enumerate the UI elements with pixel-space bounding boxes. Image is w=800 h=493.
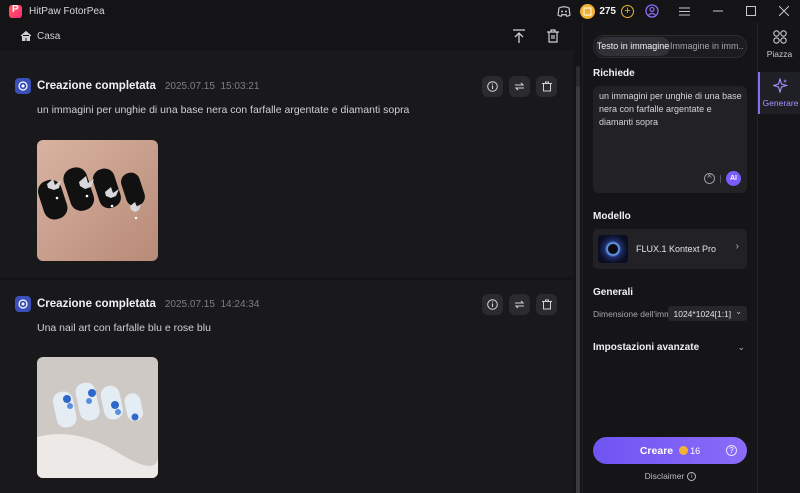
card-prompt: Una nail art con farfalle blu e rose blu <box>37 322 211 334</box>
tab-image-to-image[interactable]: Immagine in imm... <box>670 37 744 56</box>
title-bar-controls: 275 + <box>556 0 800 22</box>
prompt-tools: AI <box>704 171 741 186</box>
trash-icon[interactable] <box>544 27 562 45</box>
home-icon[interactable] <box>20 30 32 42</box>
generated-image[interactable] <box>37 140 158 261</box>
card-header: Creazione completata 2025.07.15 14:24:34 <box>15 296 259 312</box>
card-date: 2025.07.15 14:24:34 <box>164 298 260 310</box>
card-header: Creazione completata 2025.07.15 15:03:21 <box>15 78 259 94</box>
toolbar-actions <box>510 27 562 45</box>
card-date: 2025.07.15 15:03:21 <box>164 80 260 92</box>
title-bar: HitPaw FotorPea 275 + <box>0 0 800 22</box>
rail-label: Generare <box>762 98 799 108</box>
ai-enhance-icon[interactable]: AI <box>726 171 741 186</box>
delete-button[interactable] <box>536 294 557 315</box>
size-label: Dimensione dell'imm... <box>593 308 668 319</box>
status-title: Creazione completata <box>37 80 156 92</box>
regenerate-button[interactable] <box>509 294 530 315</box>
close-button[interactable] <box>767 0 800 22</box>
upload-icon[interactable] <box>510 27 528 45</box>
info-button[interactable] <box>482 76 503 97</box>
history-card: Creazione completata 2025.07.15 15:03:21… <box>0 50 574 277</box>
sparkle-icon <box>771 77 789 94</box>
rail-item-piazza[interactable]: Piazza <box>758 30 800 62</box>
help-icon[interactable]: ? <box>726 445 737 456</box>
rail-label: Piazza <box>766 49 793 59</box>
model-selector[interactable]: FLUX.1 Kontext Pro › <box>593 229 747 269</box>
mode-tabs: Testo in immagine Immagine in imm... <box>593 35 747 58</box>
info-icon: i <box>687 471 697 481</box>
discord-icon[interactable] <box>556 3 572 19</box>
create-cost: 16 <box>690 445 701 456</box>
app-logo <box>9 4 22 18</box>
general-label: Generali <box>593 287 634 298</box>
size-value: 1024*1024[1:1] <box>673 308 732 319</box>
minimize-button[interactable] <box>701 0 734 22</box>
advanced-settings-toggle[interactable]: Impostazioni avanzate ⌄ <box>593 342 747 353</box>
coin-balance[interactable]: 275 + <box>580 3 634 19</box>
image-icon <box>15 296 31 312</box>
chevron-down-icon: ⌄ <box>737 342 745 352</box>
coin-count: 275 <box>599 5 616 17</box>
breadcrumb[interactable]: Casa <box>37 31 60 42</box>
chevron-down-icon: ⌄ <box>735 307 742 316</box>
image-icon <box>15 78 31 94</box>
model-label: Modello <box>593 211 631 222</box>
chevron-right-icon: › <box>735 241 739 252</box>
prompt-input[interactable]: un immagini per unghie di una base nera … <box>593 86 747 193</box>
scrollbar[interactable] <box>576 66 580 493</box>
create-label: Creare <box>639 444 674 457</box>
coin-icon <box>580 3 596 19</box>
rail-item-generare[interactable]: Generare <box>758 72 800 114</box>
disclaimer-text: Disclaimer <box>644 471 685 481</box>
history-card: Creazione completata 2025.07.15 14:24:34… <box>0 280 574 493</box>
delete-button[interactable] <box>536 76 557 97</box>
size-row: Dimensione dell'imm... 1024*1024[1:1] ⌄ <box>593 306 747 321</box>
info-button[interactable] <box>482 294 503 315</box>
status-title: Creazione completata <box>37 298 156 310</box>
generated-image[interactable] <box>37 357 158 478</box>
disclaimer-link[interactable]: Disclaimer i <box>583 471 758 481</box>
regenerate-button[interactable] <box>509 76 530 97</box>
prompt-value[interactable]: un immagini per unghie di una base nera … <box>599 90 745 129</box>
scrollbar-thumb[interactable] <box>576 86 580 493</box>
coin-icon <box>679 446 689 455</box>
app-title: HitPaw FotorPea <box>29 5 105 17</box>
card-actions <box>482 294 557 315</box>
history-area: Casa Creazione completata 2025.07.15 15:… <box>0 22 582 493</box>
prompt-label: Richiede <box>593 68 635 79</box>
grid-icon <box>772 30 787 44</box>
side-rail: Piazza Generare <box>757 22 800 493</box>
model-thumbnail <box>598 235 628 263</box>
size-select[interactable]: 1024*1024[1:1] ⌄ <box>667 306 747 321</box>
model-name: FLUX.1 Kontext Pro <box>636 244 717 254</box>
card-prompt: un immagini per unghie di una base nera … <box>37 104 410 116</box>
divider <box>720 174 721 183</box>
clear-icon[interactable] <box>704 171 715 184</box>
main-toolbar: Casa <box>0 22 582 50</box>
generation-panel: Testo in immagine Immagine in imm... Ric… <box>582 22 757 493</box>
advanced-label: Impostazioni avanzate <box>593 342 700 353</box>
menu-icon[interactable] <box>668 0 701 22</box>
maximize-button[interactable] <box>734 0 767 22</box>
card-actions <box>482 76 557 97</box>
add-coins-icon[interactable]: + <box>621 4 634 18</box>
tab-text-to-image[interactable]: Testo in immagine <box>596 37 670 56</box>
account-icon[interactable] <box>644 3 660 19</box>
create-button[interactable]: Creare 16 ? <box>593 437 747 464</box>
